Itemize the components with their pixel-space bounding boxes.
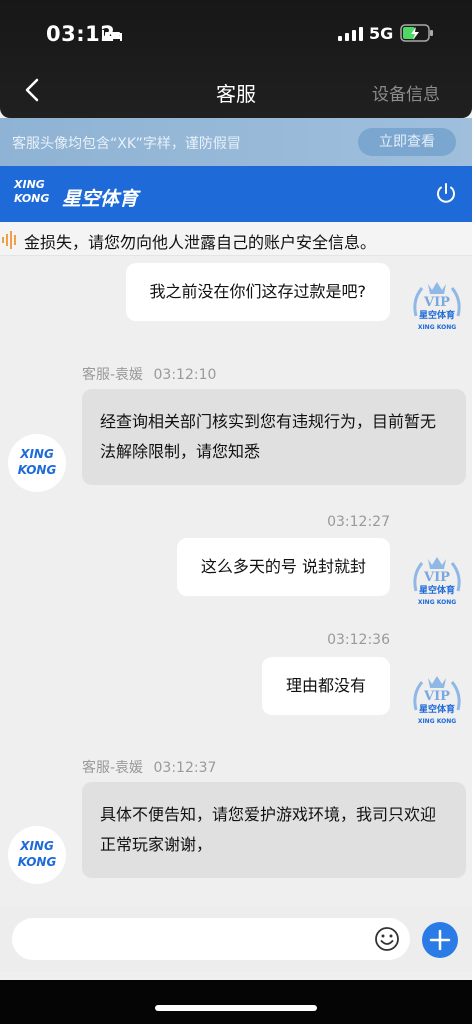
battery-charging-icon (400, 24, 434, 46)
emoji-icon[interactable] (374, 926, 400, 956)
message-time: 03:12:10 (153, 367, 217, 383)
svg-text:XING KONG: XING KONG (418, 599, 456, 606)
bottom-safe-area (0, 980, 472, 1024)
message-input[interactable] (12, 918, 410, 960)
svg-text:VIP: VIP (423, 295, 450, 310)
vip-avatar: VIP 星空体育 XING KONG (408, 276, 466, 334)
notice-ticker: 金损失，请您勿向他人泄露自己的账户安全信息。 (0, 222, 472, 256)
message-bubble-agent: 经查询相关部门核实到您有违规行为，目前暂无法解除限制，请您知悉 (82, 389, 466, 485)
cellular-signal-icon (338, 26, 364, 45)
brand-logo-cn: 星空体育 (62, 188, 139, 210)
notice-text: 金损失，请您勿向他人泄露自己的账户安全信息。 (24, 233, 377, 252)
svg-text:星空体育: 星空体育 (419, 309, 455, 321)
message-bubble-user: 这么多天的号 说封就封 (176, 538, 390, 596)
sender-name: 客服-袁媛 (82, 367, 144, 383)
sender-name: 客服-袁媛 (82, 760, 144, 776)
device-info-link[interactable]: 设备信息 (372, 80, 440, 105)
message-bubble-agent: 具体不便告知，请您爱护游戏环境，我司只欢迎正常玩家谢谢， (82, 782, 466, 878)
svg-text:星空体育: 星空体育 (419, 703, 455, 715)
vip-avatar: VIP 星空体育 XING KONG (408, 551, 466, 609)
message-bubble-user: 我之前没在你们这存过款是吧? (125, 263, 390, 321)
agent-avatar-top: XING (20, 839, 54, 853)
network-type: 5G (369, 24, 394, 43)
sleep-focus-icon (102, 27, 122, 46)
svg-text:星空体育: 星空体育 (419, 584, 455, 596)
svg-text:VIP: VIP (423, 570, 450, 585)
brand-logo-bottom: KONG (14, 192, 50, 205)
message-time: 03:12:36 (327, 632, 390, 648)
vip-avatar: VIP 星空体育 XING KONG (408, 670, 466, 728)
banner-text: 客服头像均包含“XK”字样，谨防假冒 (12, 136, 241, 152)
message-time: 03:12:37 (153, 760, 217, 776)
agent-avatar-bottom: KONG (17, 463, 57, 477)
plus-icon (429, 929, 451, 951)
agent-name: 客服-袁媛 03:12:37 (82, 757, 216, 777)
agent-avatar: XING KONG (8, 826, 66, 884)
message-time: 03:12:27 (327, 514, 390, 530)
agent-avatar-top: XING (20, 447, 54, 461)
view-now-button[interactable]: 立即查看 (358, 128, 456, 156)
agent-avatar: XING KONG (8, 434, 66, 492)
svg-text:XING KONG: XING KONG (418, 718, 456, 725)
message-bubble-user: 理由都没有 (261, 657, 390, 715)
top-bar: 03:12 5G 客服 设备信息 (0, 0, 472, 118)
brand-bar: XING KONG 星空体育 (0, 166, 472, 222)
add-attachment-button[interactable] (422, 922, 458, 958)
anti-fraud-banner: 客服头像均包含“XK”字样，谨防假冒 立即查看 (0, 118, 472, 166)
svg-text:XING KONG: XING KONG (418, 324, 456, 331)
brand-logo: XING KONG 星空体育 (14, 178, 138, 210)
input-bar (0, 906, 472, 972)
home-indicator[interactable] (155, 1005, 317, 1011)
brand-logo-top: XING (14, 178, 45, 191)
speaker-wave-icon (0, 231, 20, 253)
svg-text:VIP: VIP (423, 689, 450, 704)
agent-name: 客服-袁媛 03:12:10 (82, 364, 216, 384)
power-icon[interactable] (434, 182, 458, 210)
agent-avatar-bottom: KONG (17, 855, 57, 869)
